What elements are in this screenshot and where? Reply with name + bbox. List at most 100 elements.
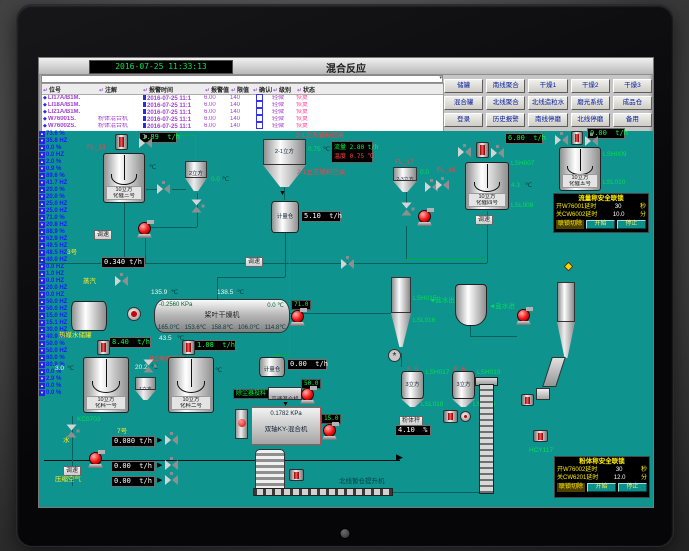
start-button[interactable]: 开始	[586, 220, 615, 229]
spinner-buttons[interactable]: ▲▼	[39, 201, 45, 215]
col-time[interactable]: ↵报警时间	[142, 85, 204, 94]
spinner-buttons[interactable]: ▲▼	[39, 327, 45, 341]
pump[interactable]	[301, 388, 314, 401]
pump[interactable]	[138, 222, 151, 235]
col-tag[interactable]: ↵位号	[42, 85, 98, 94]
nav-north-water[interactable]: 北线造粒水	[528, 96, 567, 110]
valve[interactable]	[458, 147, 471, 157]
spinner-buttons[interactable]: ▲▼	[39, 159, 45, 173]
nav-south-stop[interactable]: 南线停磨	[528, 113, 567, 127]
col-note[interactable]: ↵注解	[98, 85, 142, 94]
hot-water-tank[interactable]	[71, 301, 107, 331]
silo-motor[interactable]	[289, 469, 304, 481]
agitator-motor[interactable]	[115, 134, 128, 150]
col-state[interactable]: ↵状态	[296, 85, 336, 94]
ack-checkbox[interactable]	[256, 108, 263, 115]
nav-south-poly[interactable]: 南线聚合	[486, 79, 525, 93]
spinner-buttons[interactable]: ▲▼	[39, 355, 45, 369]
valve[interactable]	[341, 259, 354, 269]
ack-checkbox[interactable]	[256, 101, 263, 108]
ack-checkbox[interactable]	[256, 122, 263, 129]
surge-bin[interactable]: 3立方	[452, 371, 475, 399]
spinner-buttons[interactable]: ▲▼	[39, 383, 45, 397]
alarm-row[interactable]: ◆W76002S. 粉体混合机 2016-07-25 11:1 6.00 140…	[42, 123, 443, 130]
discharge-motor[interactable]	[443, 410, 458, 423]
conveyor-motor[interactable]	[521, 394, 534, 406]
nav-login[interactable]: 登录	[444, 113, 483, 127]
spinner-buttons[interactable]: ▲▼	[39, 257, 45, 271]
valve[interactable]	[402, 203, 412, 216]
valve[interactable]	[157, 184, 170, 194]
agitator-motor[interactable]	[571, 131, 583, 145]
nav-storage-tank[interactable]: 储罐	[444, 79, 483, 93]
spinner-buttons[interactable]: ▲▼	[39, 215, 45, 229]
alarm-row[interactable]: ◆LI17A/B1M. 2016-07-25 11:1 6.00 140 轻微 …	[42, 95, 443, 102]
valve[interactable]	[165, 475, 178, 485]
hopper[interactable]: 2-1立方	[263, 139, 306, 165]
nav-polish[interactable]: 磨光系统	[571, 96, 610, 110]
nav-dryer3[interactable]: 干燥3	[613, 79, 652, 93]
valve[interactable]	[165, 460, 178, 470]
valve[interactable]	[436, 180, 449, 190]
power-button[interactable]	[340, 528, 351, 539]
nav-dryer1[interactable]: 干燥1	[528, 79, 567, 93]
agitator-tank[interactable]: 10立方化催三号	[103, 153, 145, 203]
agitator-tank[interactable]: 10立方化催五号	[559, 147, 601, 191]
speed-button[interactable]: 调速	[475, 215, 493, 225]
rotary-feeder[interactable]	[460, 411, 471, 422]
nav-spare[interactable]: 备用	[613, 113, 652, 127]
spinner-buttons[interactable]: ▲▼	[39, 187, 45, 201]
spinner-buttons[interactable]: ▲▼	[39, 173, 45, 187]
cyclone[interactable]	[391, 277, 411, 313]
metering-bin[interactable]: 计量仓	[271, 201, 299, 233]
valve[interactable]	[192, 200, 202, 213]
bucket-elevator[interactable]	[479, 384, 494, 494]
valve[interactable]	[555, 135, 568, 145]
valve[interactable]	[115, 276, 128, 286]
pump[interactable]	[517, 309, 530, 322]
speed-button[interactable]: 调速	[94, 230, 112, 240]
agitator-motor[interactable]	[97, 340, 110, 355]
blower-fan[interactable]	[127, 307, 141, 321]
nav-dryer2[interactable]: 干燥2	[571, 79, 610, 93]
dropdown-arrow-icon[interactable]: ▾	[439, 75, 442, 81]
pump[interactable]	[323, 424, 336, 437]
col-value[interactable]: ↵报警值	[204, 85, 230, 94]
nav-product-silo[interactable]: 成品仓	[613, 96, 652, 110]
speed-button[interactable]: 调速	[245, 257, 263, 267]
stop-button[interactable]: 停止	[618, 483, 647, 492]
cyclone[interactable]	[557, 282, 575, 322]
spinner-buttons[interactable]: ▲▼	[39, 145, 45, 159]
spinner-buttons[interactable]: ▲▼	[39, 229, 45, 243]
ack-checkbox[interactable]	[256, 94, 263, 101]
alarm-row[interactable]: ◆LI21A/B1M. 2016-07-25 11:1 6.00 140 轻微 …	[42, 109, 443, 116]
valve[interactable]	[165, 435, 178, 445]
spinner-buttons[interactable]: ▲▼	[39, 341, 45, 355]
address-bar[interactable]: ▾	[41, 75, 443, 83]
valve[interactable]	[139, 138, 152, 148]
pump[interactable]	[291, 310, 304, 323]
spinner-buttons[interactable]: ▲▼	[39, 271, 45, 285]
agitator-motor[interactable]	[182, 340, 195, 355]
valve[interactable]	[585, 136, 598, 146]
conveyor[interactable]	[253, 488, 393, 496]
valve[interactable]	[491, 148, 504, 158]
hopper[interactable]: 2-3立方	[393, 167, 417, 181]
high-speed-mixer[interactable]: 高速混合机	[268, 387, 302, 400]
elevator-motor[interactable]	[533, 430, 548, 442]
agitator-motor[interactable]	[476, 142, 489, 158]
paddle-dryer[interactable]: -0.2560 KPa 0.0 ℃ 桨叶干燥机 165.0℃ 153.6℃ 15…	[154, 299, 290, 333]
stop-button[interactable]: 停止	[617, 220, 646, 229]
spinner-buttons[interactable]: ▲▼	[39, 313, 45, 327]
col-level[interactable]: ↵级别	[272, 85, 296, 94]
brine-tank[interactable]	[455, 284, 487, 326]
spinner-buttons[interactable]: ▲▼	[39, 243, 45, 257]
ack-checkbox[interactable]	[256, 115, 263, 122]
start-button[interactable]: 开始	[587, 483, 616, 492]
agitator-tank[interactable]: 10立方化催四号	[465, 162, 509, 210]
agitator-tank[interactable]: 10立方化料二号	[168, 357, 214, 413]
metering-bin[interactable]: 计量仓	[259, 357, 285, 377]
agitator-tank[interactable]: 10立方化料一号	[83, 357, 129, 413]
spinner-buttons[interactable]: ▲▼	[39, 285, 45, 299]
col-ack[interactable]: ↵确认时间	[252, 85, 272, 94]
